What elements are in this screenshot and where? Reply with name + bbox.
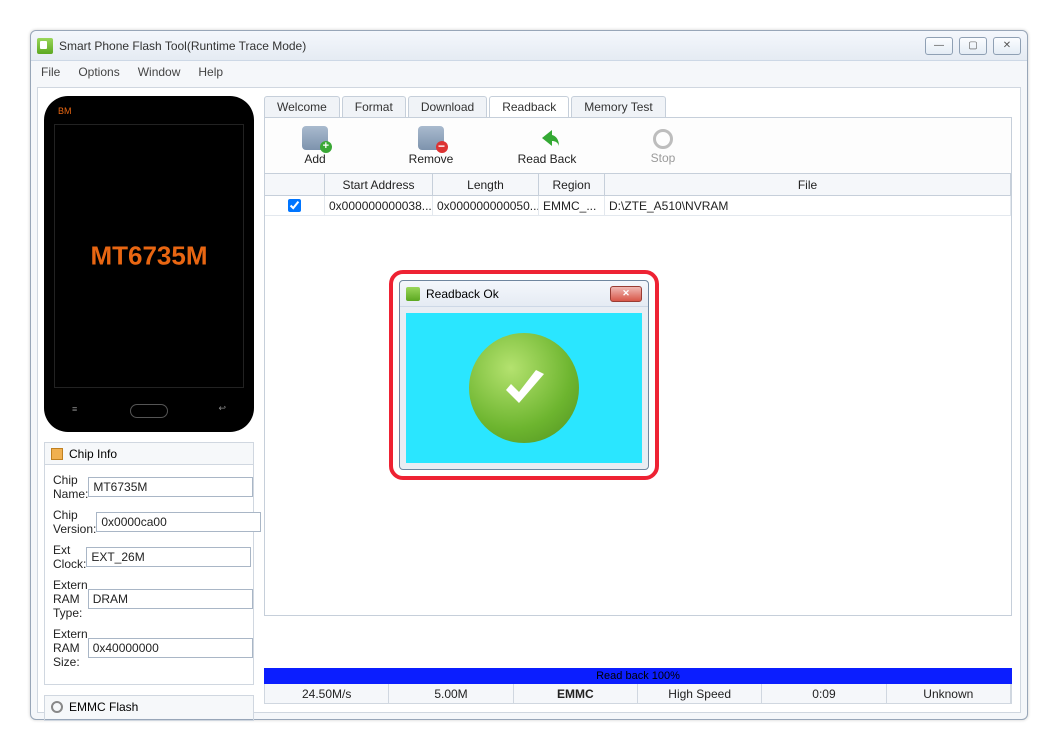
- cell-region: EMMC_...: [539, 196, 605, 215]
- phone-nav-right-icon: ↩: [218, 403, 226, 414]
- tab-readback[interactable]: Readback: [489, 96, 569, 117]
- window-title: Smart Phone Flash Tool(Runtime Trace Mod…: [59, 39, 306, 53]
- status-speed: 24.50M/s: [265, 684, 389, 703]
- app-icon: [37, 38, 53, 54]
- col-file[interactable]: File: [605, 174, 1011, 195]
- readback-button[interactable]: Read Back: [517, 126, 577, 166]
- cell-file: D:\ZTE_A510\NVRAM: [605, 196, 1011, 215]
- ext-clock-label: Ext Clock:: [53, 543, 86, 571]
- tab-memory-test[interactable]: Memory Test: [571, 96, 665, 117]
- chip-info-title: Chip Info: [69, 447, 117, 461]
- chip-name-field[interactable]: [88, 477, 253, 497]
- minimize-button[interactable]: —: [925, 37, 953, 55]
- phone-preview: BM MT6735M ≡ ↩: [44, 96, 254, 432]
- status-time: 0:09: [762, 684, 886, 703]
- menu-options[interactable]: Options: [78, 65, 119, 79]
- cell-length: 0x000000000050...: [433, 196, 539, 215]
- dialog-app-icon: [406, 287, 420, 301]
- maximize-button[interactable]: ▢: [959, 37, 987, 55]
- chip-icon: [51, 448, 63, 460]
- tabs: Welcome Format Download Readback Memory …: [264, 96, 1012, 118]
- gear-icon: [51, 701, 63, 713]
- phone-brand: BM: [58, 106, 72, 116]
- row-checkbox[interactable]: [288, 199, 301, 212]
- chip-name-label: Chip Name:: [53, 473, 88, 501]
- dialog-titlebar[interactable]: Readback Ok ✕: [400, 281, 648, 307]
- status-extra: Unknown: [887, 684, 1011, 703]
- table-row[interactable]: 0x000000000038... 0x000000000050... EMMC…: [265, 196, 1011, 216]
- ram-type-label: Extern RAM Type:: [53, 578, 88, 620]
- add-icon: [302, 126, 328, 150]
- ram-size-field[interactable]: [88, 638, 253, 658]
- success-check-icon: [469, 333, 579, 443]
- ram-type-field[interactable]: [88, 589, 253, 609]
- chip-version-field[interactable]: [96, 512, 261, 532]
- phone-home-button: [130, 404, 168, 418]
- emmc-flash-panel[interactable]: EMMC Flash: [44, 695, 254, 721]
- dialog-close-button[interactable]: ✕: [610, 286, 642, 302]
- menu-window[interactable]: Window: [138, 65, 181, 79]
- stop-label: Stop: [651, 151, 676, 165]
- phone-nav-left-icon: ≡: [72, 404, 77, 414]
- status-total: 5.00M: [389, 684, 513, 703]
- remove-icon: [418, 126, 444, 150]
- titlebar[interactable]: Smart Phone Flash Tool(Runtime Trace Mod…: [31, 31, 1027, 61]
- highlight-annotation: Readback Ok ✕: [389, 270, 659, 480]
- col-region[interactable]: Region: [539, 174, 605, 195]
- chip-version-label: Chip Version:: [53, 508, 96, 536]
- readback-icon: [534, 126, 560, 150]
- col-checkbox[interactable]: [265, 174, 325, 195]
- stop-button[interactable]: Stop: [633, 127, 693, 165]
- tab-welcome[interactable]: Welcome: [264, 96, 340, 117]
- left-column: BM MT6735M ≡ ↩ Chip Info Chip Name:: [44, 96, 254, 704]
- dialog-title: Readback Ok: [426, 287, 499, 301]
- remove-label: Remove: [409, 152, 454, 166]
- toolbar: Add Remove Read Back Stop: [264, 118, 1012, 174]
- remove-button[interactable]: Remove: [401, 126, 461, 166]
- chip-info-panel: Chip Info Chip Name: Chip Version: Ext C…: [44, 442, 254, 685]
- status-mode: High Speed: [638, 684, 762, 703]
- ram-size-label: Extern RAM Size:: [53, 627, 88, 669]
- emmc-flash-title: EMMC Flash: [69, 700, 138, 714]
- phone-screen: MT6735M: [54, 124, 244, 388]
- tab-format[interactable]: Format: [342, 96, 406, 117]
- cell-start-address: 0x000000000038...: [325, 196, 433, 215]
- dialog-body: [406, 313, 642, 463]
- readback-ok-dialog[interactable]: Readback Ok ✕: [399, 280, 649, 470]
- phone-chip-label: MT6735M: [55, 241, 243, 272]
- readback-label: Read Back: [518, 152, 577, 166]
- add-label: Add: [304, 152, 325, 166]
- stop-icon: [653, 129, 673, 149]
- col-length[interactable]: Length: [433, 174, 539, 195]
- ext-clock-field[interactable]: [86, 547, 251, 567]
- col-start-address[interactable]: Start Address: [325, 174, 433, 195]
- menubar: File Options Window Help: [31, 61, 1027, 83]
- menu-file[interactable]: File: [41, 65, 60, 79]
- progress-bar: Read back 100%: [264, 668, 1012, 684]
- menu-help[interactable]: Help: [198, 65, 223, 79]
- status-storage-type: EMMC: [514, 684, 638, 703]
- status-bar: Read back 100% 24.50M/s 5.00M EMMC High …: [264, 668, 1012, 704]
- add-button[interactable]: Add: [285, 126, 345, 166]
- tab-download[interactable]: Download: [408, 96, 487, 117]
- close-button[interactable]: ✕: [993, 37, 1021, 55]
